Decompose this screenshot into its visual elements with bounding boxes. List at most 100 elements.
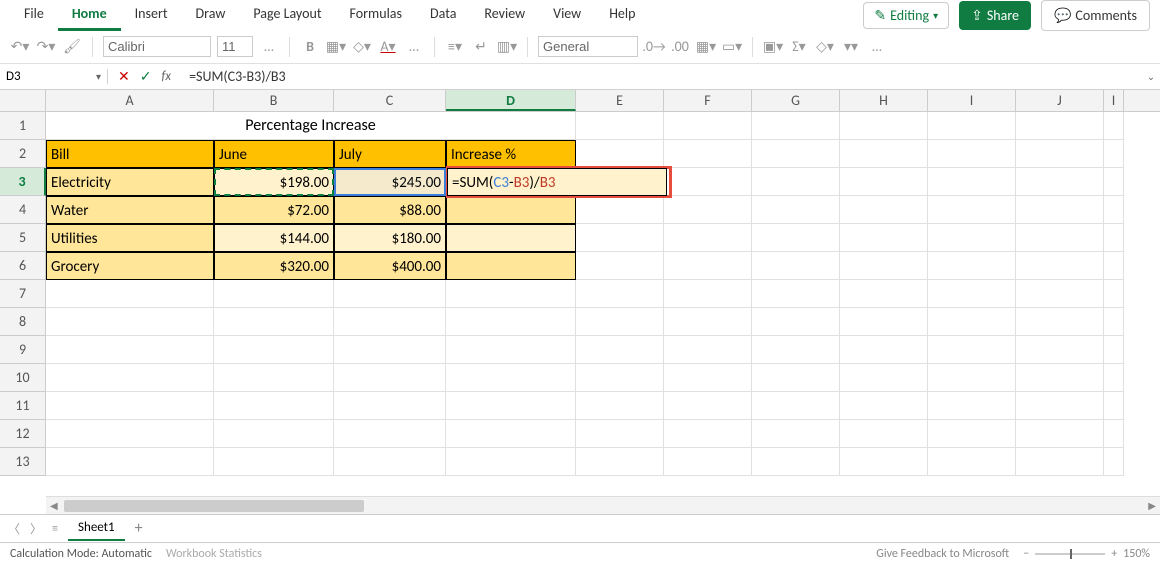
add-sheet-button[interactable]: +: [135, 519, 143, 538]
cell[interactable]: [46, 336, 214, 364]
row-header-13[interactable]: 13: [0, 448, 46, 476]
tab-draw[interactable]: Draw: [182, 0, 240, 31]
cell[interactable]: [1104, 420, 1124, 448]
tab-help[interactable]: Help: [595, 0, 649, 31]
cell[interactable]: [664, 364, 752, 392]
cell-a4[interactable]: Water: [46, 196, 214, 224]
ellipsis-icon[interactable]: …: [404, 37, 424, 57]
name-box[interactable]: D3 ▾: [0, 69, 108, 84]
zoom-in-icon[interactable]: +: [1111, 547, 1117, 561]
col-header-i2[interactable]: I: [1104, 90, 1124, 111]
decrease-decimal-button[interactable]: .00: [670, 37, 690, 57]
cell[interactable]: [446, 364, 576, 392]
cell[interactable]: [1104, 168, 1124, 196]
cell[interactable]: [214, 448, 334, 476]
cell-c6[interactable]: $400.00: [334, 252, 446, 280]
col-header-h[interactable]: H: [840, 90, 928, 111]
cell-d3-editing[interactable]: =SUM(C3-B3)/B3: [447, 168, 667, 196]
cell[interactable]: [752, 448, 840, 476]
cell-header-bill[interactable]: Bill: [46, 140, 214, 168]
cell[interactable]: [928, 392, 1016, 420]
scroll-left-icon[interactable]: ◀: [50, 499, 58, 512]
cell-c4[interactable]: $88.00: [334, 196, 446, 224]
cell-a5[interactable]: Utilities: [46, 224, 214, 252]
cell-header-increase[interactable]: Increase %: [446, 140, 576, 168]
number-format-combo[interactable]: [538, 36, 638, 57]
cell-b6[interactable]: $320.00: [214, 252, 334, 280]
accept-formula-button[interactable]: ✓: [140, 68, 152, 85]
cell[interactable]: [752, 112, 840, 140]
horizontal-scrollbar[interactable]: ◀ ▶: [46, 496, 1160, 514]
cell[interactable]: [214, 308, 334, 336]
redo-button[interactable]: ↷▾: [36, 37, 56, 57]
ellipsis-icon[interactable]: …: [259, 37, 279, 57]
formula-input[interactable]: =SUM(C3-B3)/B3: [181, 68, 1142, 85]
cell[interactable]: [928, 112, 1016, 140]
cell[interactable]: [664, 168, 752, 196]
cell[interactable]: [1016, 224, 1104, 252]
cell[interactable]: [840, 224, 928, 252]
row-header-4[interactable]: 4: [0, 196, 46, 224]
cell[interactable]: [46, 392, 214, 420]
cell[interactable]: [752, 420, 840, 448]
merge-button[interactable]: ▥▾: [497, 37, 517, 57]
ellipsis-icon[interactable]: …: [867, 37, 887, 57]
tab-file[interactable]: File: [10, 0, 58, 31]
sheet-nav-next[interactable]: 〉: [30, 520, 42, 537]
workbook-stats-label[interactable]: Workbook Statistics: [166, 547, 262, 561]
cell[interactable]: [576, 140, 664, 168]
cell[interactable]: [840, 168, 928, 196]
fill-color-button[interactable]: ◇▾: [352, 37, 372, 57]
tab-view[interactable]: View: [539, 0, 595, 31]
tab-review[interactable]: Review: [470, 0, 539, 31]
col-header-a[interactable]: A: [46, 90, 214, 111]
cell[interactable]: [664, 140, 752, 168]
wrap-button[interactable]: ↵: [471, 37, 491, 57]
cell[interactable]: [334, 308, 446, 336]
cell[interactable]: [664, 448, 752, 476]
cell[interactable]: [752, 280, 840, 308]
cell-b3[interactable]: $198.00: [214, 168, 334, 196]
cell[interactable]: [334, 448, 446, 476]
cell-d5[interactable]: [446, 224, 576, 252]
row-header-7[interactable]: 7: [0, 280, 46, 308]
tab-insert[interactable]: Insert: [121, 0, 182, 31]
paintbrush-icon[interactable]: 🖌: [62, 37, 82, 57]
cell[interactable]: [576, 252, 664, 280]
cell[interactable]: [334, 364, 446, 392]
tab-data[interactable]: Data: [416, 0, 470, 31]
editing-mode-button[interactable]: ✎ Editing ▾: [863, 2, 949, 29]
cell-styles-button[interactable]: ▭▾: [722, 37, 742, 57]
cell[interactable]: [752, 336, 840, 364]
cell[interactable]: [840, 196, 928, 224]
cell[interactable]: [214, 392, 334, 420]
cell[interactable]: [576, 364, 664, 392]
cell[interactable]: [752, 140, 840, 168]
cell[interactable]: [1104, 392, 1124, 420]
cell[interactable]: [664, 336, 752, 364]
cell[interactable]: [664, 224, 752, 252]
row-header-8[interactable]: 8: [0, 308, 46, 336]
cell[interactable]: [446, 308, 576, 336]
cell[interactable]: [1104, 140, 1124, 168]
cell[interactable]: [664, 392, 752, 420]
cell[interactable]: [928, 140, 1016, 168]
sort-filter-button[interactable]: ▾▾: [841, 37, 861, 57]
cell[interactable]: [1104, 224, 1124, 252]
cell[interactable]: [576, 336, 664, 364]
cell[interactable]: [928, 448, 1016, 476]
cell[interactable]: [1104, 336, 1124, 364]
cell[interactable]: [446, 420, 576, 448]
all-sheets-icon[interactable]: ≡: [52, 522, 58, 536]
cell[interactable]: [928, 224, 1016, 252]
borders-button[interactable]: ▦▾: [326, 37, 346, 57]
col-header-i[interactable]: I: [928, 90, 1016, 111]
cell[interactable]: [752, 308, 840, 336]
cell[interactable]: [1016, 112, 1104, 140]
cell-b5[interactable]: $144.00: [214, 224, 334, 252]
sheet-tab-1[interactable]: Sheet1: [68, 516, 125, 541]
cell[interactable]: [576, 308, 664, 336]
cell[interactable]: [1104, 280, 1124, 308]
col-header-b[interactable]: B: [214, 90, 334, 111]
row-header-1[interactable]: 1: [0, 112, 46, 140]
